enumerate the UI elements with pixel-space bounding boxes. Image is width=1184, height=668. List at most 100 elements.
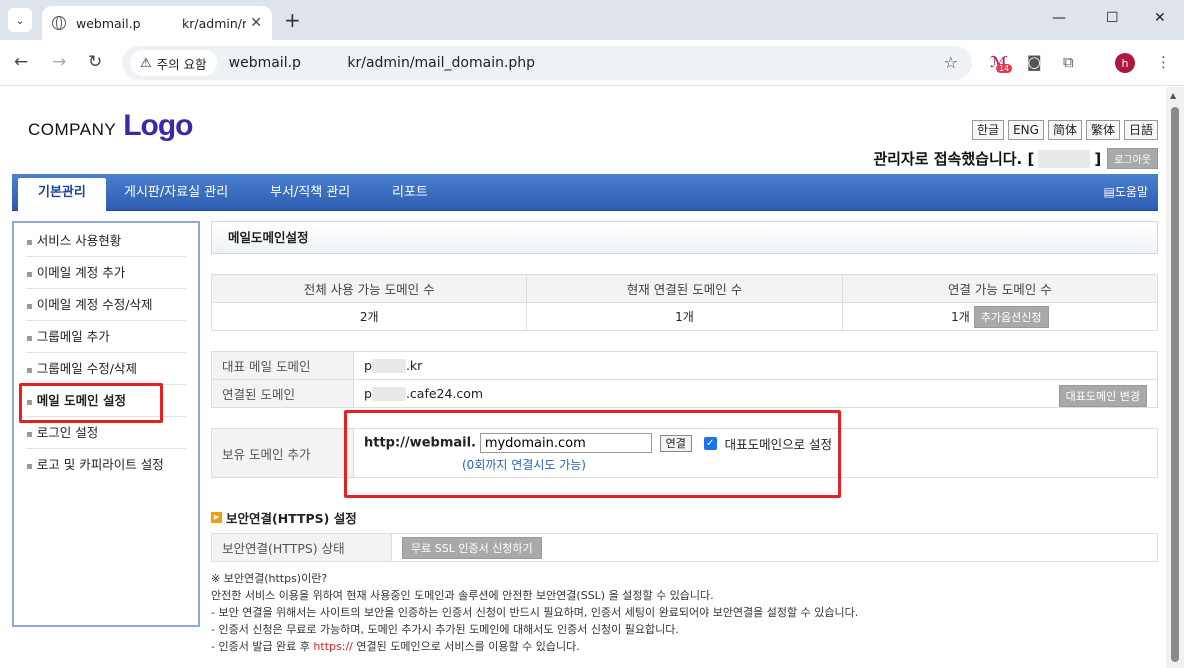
- stats-header-available: 연결 가능 도메인 수: [841, 274, 1159, 303]
- page-scrollbar[interactable]: ▲: [1166, 87, 1184, 668]
- tab-title: webmail.p kr/admin/ma: [76, 15, 246, 31]
- language-selector: 한글 ENG 简体 繁体 日語: [972, 120, 1158, 140]
- minimize-icon[interactable]: —: [1052, 10, 1066, 26]
- sidebar-item-add-groupmail[interactable]: ▪ 그룹메일 추가: [26, 321, 186, 353]
- bullet-icon: ▪: [26, 269, 33, 280]
- nav-report[interactable]: 리포트: [392, 174, 428, 211]
- bullet-icon: ▪: [26, 301, 33, 312]
- camera-icon[interactable]: ◙: [1027, 53, 1042, 71]
- rep-domain-suffix: .kr: [405, 357, 423, 373]
- add-domain-label: 보유 도메인 추가: [211, 428, 354, 478]
- logo-text: Logo: [123, 109, 193, 142]
- sidebar-item-edit-groupmail[interactable]: ▪ 그룹메일 수정/삭제: [26, 353, 186, 385]
- forward-arrow-icon[interactable]: →: [52, 52, 66, 72]
- new-tab-button[interactable]: +: [284, 8, 301, 32]
- nav-board-management[interactable]: 게시판/자료실 관리: [124, 174, 228, 211]
- linked-domain-label: 연결된 도메인: [211, 379, 354, 408]
- lang-english-button[interactable]: ENG: [1008, 120, 1044, 140]
- note-line: - 인증서 신청은 무료로 가능하며, 도메인 추가시 추가된 도메인에 대해서…: [211, 623, 679, 636]
- bullet-icon: ▪: [26, 237, 33, 248]
- globe-icon: [52, 16, 66, 30]
- sidebar-item-label: 로그인 설정: [36, 425, 99, 440]
- login-message: 관리자로 접속했습니다. [: [873, 150, 1035, 168]
- stats-value-connected: 1개: [526, 302, 843, 331]
- nav-department-management[interactable]: 부서/직책 관리: [270, 174, 350, 211]
- bullet-icon: ▪: [26, 333, 33, 344]
- logout-button[interactable]: 로그아웃: [1107, 148, 1158, 169]
- https-notes: ※ 보안연결(https)이란? 안전한 서비스 이용을 위하여 현재 사용중인…: [211, 570, 1158, 655]
- domain-info-table: 대표 메일 도메인 p .kr 연결된 도메인 p .cafe24.com 대표도메인…: [211, 351, 1158, 408]
- stats-header-total: 전체 사용 가능 도메인 수: [210, 274, 528, 303]
- webpage: COMPANY Logo 한글 ENG 简体 繁体 日語 관리자로 접속했습니다…: [0, 87, 1166, 668]
- kebab-menu-icon[interactable]: ⋮: [1156, 53, 1171, 71]
- lang-korean-button[interactable]: 한글: [972, 120, 1005, 140]
- lang-simplified-chinese-button[interactable]: 简体: [1047, 120, 1082, 140]
- bullet-icon: ▪: [26, 461, 33, 472]
- url-text[interactable]: webmail.p kr/admin/mail_domain.php: [229, 55, 535, 71]
- lang-traditional-chinese-button[interactable]: 繁体: [1085, 120, 1120, 140]
- rep-domain-prefix: p: [364, 357, 372, 373]
- change-rep-domain-button[interactable]: 대표도메인 변경: [1058, 385, 1147, 407]
- extension-badge: 14: [996, 64, 1013, 73]
- stats-value-total: 2개: [210, 302, 528, 331]
- maximize-icon[interactable]: ☐: [1106, 10, 1119, 26]
- main-nav: 기본관리 게시판/자료실 관리 부서/직책 관리 리포트 ▤도움말: [12, 174, 1158, 211]
- security-warning-chip[interactable]: ⚠ 주의 요함: [130, 50, 217, 76]
- login-message-close: ]: [1094, 149, 1102, 168]
- note-line-last: - 인증서 발급 완료 후 https:// 연결된 도메인으로 서비스를 이용…: [211, 638, 1158, 655]
- masked-text: [371, 387, 406, 402]
- help-link[interactable]: ▤도움말: [1104, 174, 1148, 211]
- note-post: 연결된 도메인으로 서비스를 이용할 수 있습니다.: [352, 640, 580, 653]
- masked-text: [371, 359, 406, 374]
- logo-company-text: COMPANY: [28, 120, 117, 139]
- note-pre: - 인증서 발급 완료 후: [211, 640, 314, 653]
- sidebar-item-logo-copyright[interactable]: ▪ 로고 및 카피라이트 설정: [26, 449, 186, 481]
- bookmark-star-icon[interactable]: ☆: [944, 53, 958, 72]
- sidebar-item-add-email[interactable]: ▪ 이메일 계정 추가: [26, 257, 186, 289]
- nav-basic-management[interactable]: 기본관리: [18, 178, 106, 211]
- reload-icon[interactable]: ↻: [88, 52, 102, 72]
- rep-domain-label: 대표 메일 도메인: [211, 351, 354, 380]
- sidebar-item-label: 로고 및 카피라이트 설정: [36, 457, 164, 472]
- note-https-red: https://: [313, 640, 353, 653]
- add-option-button[interactable]: 추가옵션신청: [973, 305, 1049, 328]
- https-table: 보안연결(HTTPS) 상태 무료 SSL 인증서 신청하기: [211, 533, 1158, 562]
- note-line: - 보안 연결을 위해서는 사이트의 보안을 인증하는 인증서 신청이 반드시 …: [211, 606, 859, 619]
- sidebar-item-label: 이메일 계정 수정/삭제: [36, 297, 153, 312]
- profile-avatar[interactable]: h: [1115, 53, 1135, 73]
- stats-cell-available: 1개 추가옵션신청: [841, 302, 1159, 331]
- back-arrow-icon[interactable]: ←: [14, 52, 28, 72]
- free-ssl-button[interactable]: 무료 SSL 인증서 신청하기: [402, 536, 542, 559]
- https-title-text: 보안연결(HTTPS) 설정: [226, 511, 357, 526]
- help-label: 도움말: [1114, 185, 1148, 199]
- note-line: 안전한 서비스 이용을 위하여 현재 사용중인 도메인과 솔루션에 안전한 보안…: [211, 589, 714, 602]
- bullet-icon: ▪: [26, 429, 33, 440]
- scrollbar-thumb[interactable]: [1171, 107, 1179, 662]
- rep-domain-value: p .kr: [353, 351, 1158, 380]
- domain-stats-table: 전체 사용 가능 도메인 수 현재 연결된 도메인 수 연결 가능 도메인 수 …: [210, 274, 1159, 331]
- puzzle-extensions-icon[interactable]: ⧉: [1063, 53, 1074, 71]
- close-icon[interactable]: ✕: [250, 15, 262, 31]
- sidebar-item-edit-email[interactable]: ▪ 이메일 계정 수정/삭제: [26, 289, 186, 321]
- browser-tabbar: ⌄ webmail.p kr/admin/ma ✕ + — ☐ ✕: [0, 0, 1184, 40]
- https-section-title: ▶ 보안연결(HTTPS) 설정: [211, 508, 1158, 527]
- play-square-icon: ▶: [211, 512, 222, 523]
- company-logo[interactable]: COMPANY Logo: [28, 109, 194, 143]
- browser-tab[interactable]: webmail.p kr/admin/ma ✕: [42, 6, 272, 40]
- highlight-box-sidebar: [19, 383, 163, 423]
- sidebar-item-service-usage[interactable]: ▪ 서비스 사용현황: [26, 225, 186, 257]
- linked-domain-suffix: .cafe24.com: [405, 385, 484, 401]
- address-bar[interactable]: ⚠ 주의 요함 webmail.p kr/admin/mail_domain.p…: [122, 46, 972, 80]
- sidebar-item-label: 서비스 사용현황: [36, 233, 122, 248]
- linked-domain-value: p .cafe24.com 대표도메인 변경: [353, 379, 1158, 408]
- bullet-icon: ▪: [26, 365, 33, 376]
- lang-japanese-button[interactable]: 日語: [1123, 120, 1158, 140]
- scroll-up-icon[interactable]: ▲: [1170, 91, 1176, 100]
- document-icon: ▤: [1103, 185, 1115, 199]
- warning-triangle-icon: ⚠: [140, 55, 152, 71]
- tab-search-menu-button[interactable]: ⌄: [8, 8, 32, 32]
- stats-value-available: 1개: [951, 309, 970, 324]
- window-close-icon[interactable]: ✕: [1154, 10, 1166, 26]
- linked-domain-prefix: p: [364, 385, 372, 401]
- notes-head: ※ 보안연결(https)이란?: [211, 572, 328, 585]
